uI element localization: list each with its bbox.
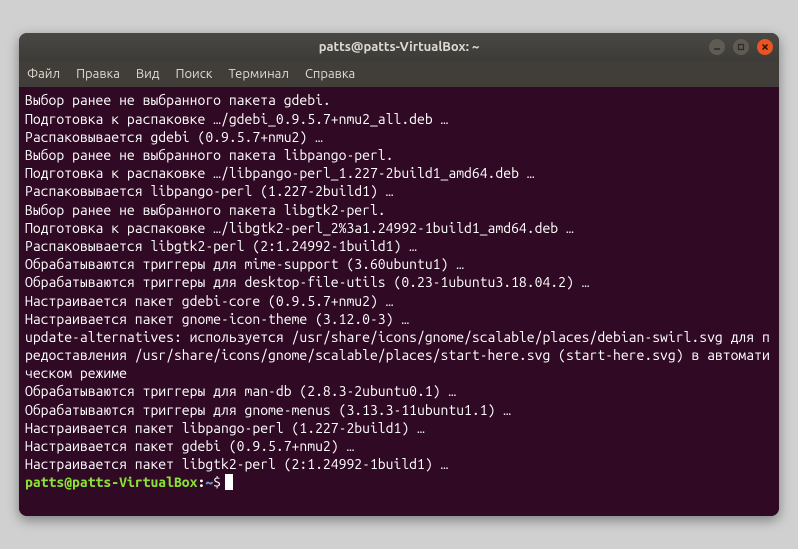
terminal-line: Выбор ранее не выбранного пакета libgtk2… [25, 201, 773, 219]
window-controls [709, 39, 773, 55]
maximize-button[interactable] [733, 39, 749, 55]
terminal-line: Настраивается пакет libgtk2-perl (2:1.24… [25, 455, 773, 473]
menubar: Файл Правка Вид Поиск Терминал Справка [19, 61, 779, 87]
terminal-line: Подготовка к распаковке …/libpango-perl_… [25, 164, 773, 182]
terminal-line: Настраивается пакет gnome-icon-theme (3.… [25, 310, 773, 328]
terminal-line: Подготовка к распаковке …/gdebi_0.9.5.7+… [25, 110, 773, 128]
terminal-line: Обрабатываются триггеры для gnome-menus … [25, 401, 773, 419]
minimize-button[interactable] [709, 39, 725, 55]
prompt-path: ~ [205, 473, 213, 491]
maximize-icon [737, 43, 745, 51]
prompt-dollar: $ [213, 473, 221, 491]
terminal-line: Настраивается пакет gdebi (0.9.5.7+nmu2)… [25, 437, 773, 455]
terminal-line: Распаковывается libgtk2-perl (2:1.24992-… [25, 237, 773, 255]
terminal-line: Обрабатываются триггеры для man-db (2.8.… [25, 382, 773, 400]
prompt-colon: : [197, 473, 205, 491]
terminal-line: Распаковывается gdebi (0.9.5.7+nmu2) … [25, 128, 773, 146]
terminal-line: Обрабатываются триггеры для desktop-file… [25, 273, 773, 291]
terminal-line: Выбор ранее не выбранного пакета gdebi. [25, 91, 773, 109]
menu-search[interactable]: Поиск [175, 67, 212, 81]
prompt-user-host: patts@patts-VirtualBox [25, 473, 197, 491]
terminal-line: Настраивается пакет libpango-perl (1.227… [25, 419, 773, 437]
menu-file[interactable]: Файл [27, 67, 60, 81]
terminal-line: Выбор ранее не выбранного пакета libpang… [25, 146, 773, 164]
terminal-line: Обрабатываются триггеры для mime-support… [25, 255, 773, 273]
close-icon [761, 43, 769, 51]
menu-view[interactable]: Вид [136, 67, 160, 81]
menu-help[interactable]: Справка [305, 67, 355, 81]
titlebar: patts@patts-VirtualBox: ~ [19, 33, 779, 61]
minimize-icon [713, 43, 721, 51]
terminal-line: Подготовка к распаковке …/libgtk2-perl_2… [25, 219, 773, 237]
terminal-line: Настраивается пакет gdebi-core (0.9.5.7+… [25, 292, 773, 310]
terminal-area[interactable]: Выбор ранее не выбранного пакета gdebi.П… [19, 87, 779, 515]
terminal-line: update-alternatives: используется /usr/s… [25, 328, 773, 383]
terminal-window: patts@patts-VirtualBox: ~ Файл Правка Ви… [19, 33, 779, 515]
window-title: patts@patts-VirtualBox: ~ [27, 40, 771, 54]
close-button[interactable] [757, 39, 773, 55]
menu-terminal[interactable]: Терминал [228, 67, 288, 81]
prompt-line: patts@patts-VirtualBox:~$ [25, 473, 773, 491]
terminal-line: Распаковывается libpango-perl (1.227-2bu… [25, 182, 773, 200]
menu-edit[interactable]: Правка [76, 67, 120, 81]
terminal-output: Выбор ранее не выбранного пакета gdebi.П… [25, 91, 773, 473]
cursor [225, 474, 233, 490]
